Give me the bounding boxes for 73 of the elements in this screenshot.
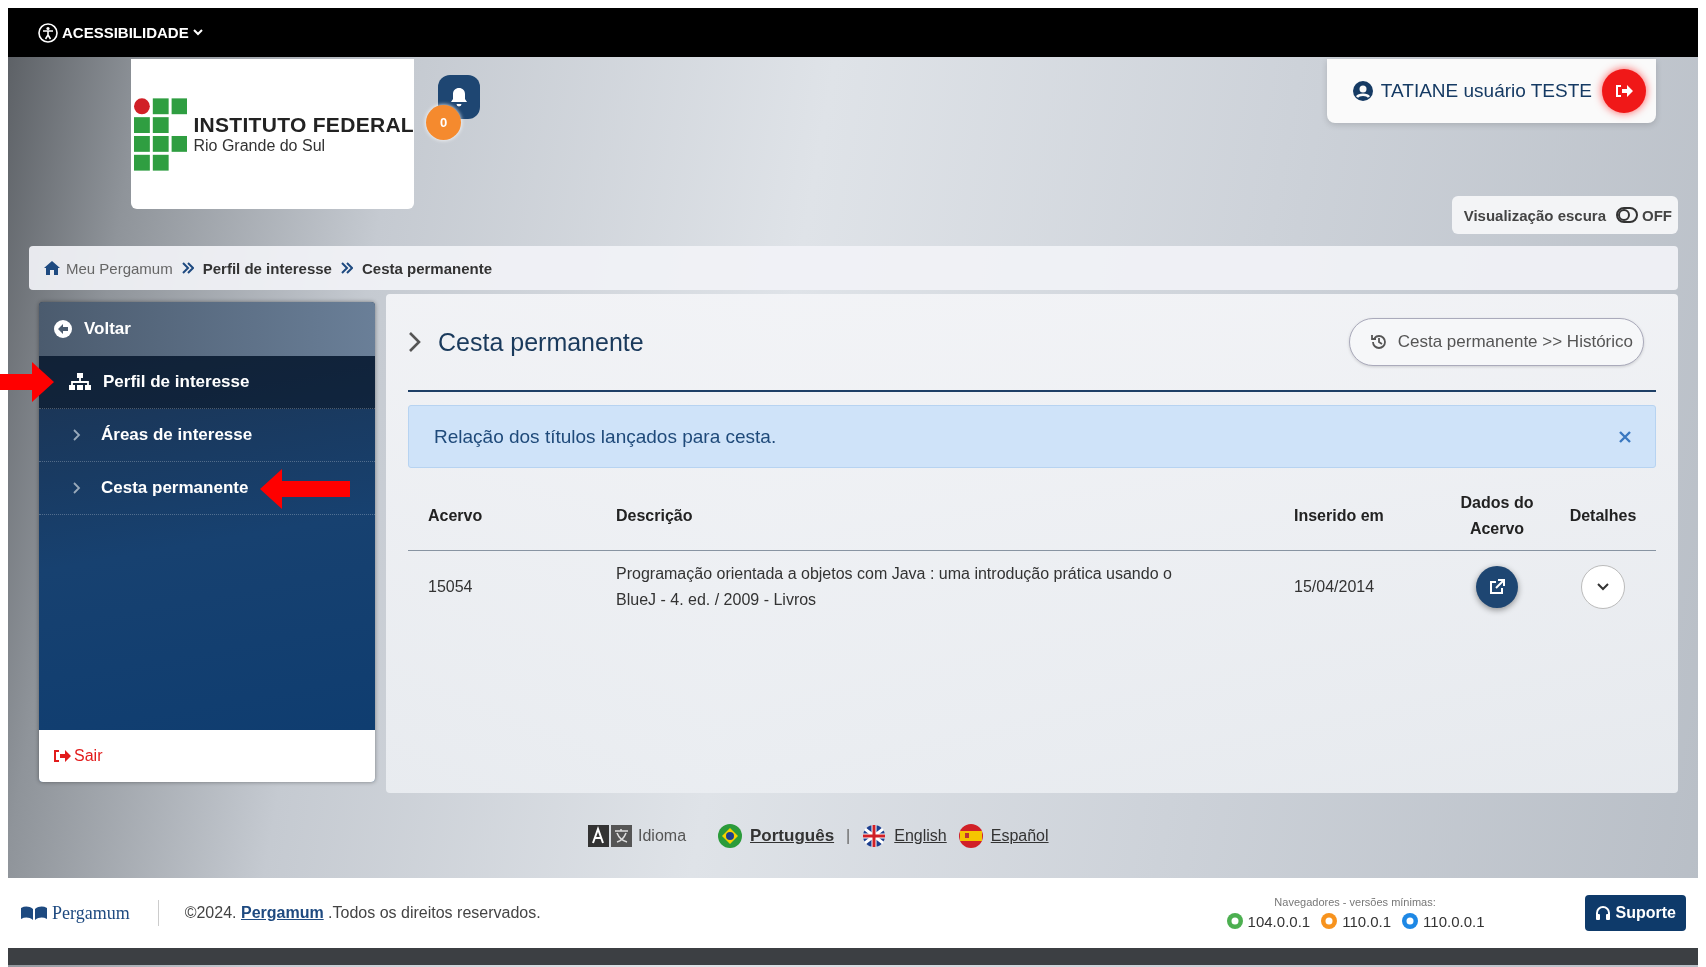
language-name: English <box>894 826 947 845</box>
brand-name: Pergamum <box>52 902 130 924</box>
sidebar-item-label: Cesta permanente <box>101 478 249 498</box>
user-icon <box>1352 81 1373 101</box>
page-title: Cesta permanente <box>438 327 645 357</box>
book-logo-icon <box>20 905 48 921</box>
language-name: Português <box>750 825 835 846</box>
flag-icon <box>862 823 887 848</box>
home-icon <box>43 260 61 276</box>
dark-mode-label: Visualização escura <box>1463 206 1606 224</box>
column-header: Descrição <box>596 482 1274 551</box>
language-label: Idioma <box>638 826 687 845</box>
breadcrumb-label: Meu Pergamum <box>66 259 173 277</box>
history-icon <box>1369 333 1388 351</box>
double-chevron-icon <box>340 262 353 274</box>
column-header: Inserido em <box>1274 482 1444 551</box>
logo-squares-icon <box>134 97 188 171</box>
accessibility-menu-button[interactable]: ACESSIBILIDADE <box>38 22 203 43</box>
chevron-right-icon <box>73 429 81 441</box>
dark-mode-state: OFF <box>1642 206 1672 224</box>
bell-icon <box>450 87 468 107</box>
notification-count-badge: 0 <box>426 105 461 140</box>
breadcrumb-home-link[interactable]: Meu Pergamum <box>43 259 173 277</box>
chevron-down-icon <box>192 28 203 37</box>
language-link[interactable]: Português <box>718 823 835 848</box>
dark-mode-toggle[interactable]: Visualização escura OFF <box>1451 196 1678 234</box>
sign-out-icon <box>1615 84 1633 98</box>
flag-icon <box>718 823 743 848</box>
copyright-text: ©2024. Pergamum .Todos os direitos reservados. <box>184 904 541 922</box>
alert-text: Relação dos títulos lançados para cesta. <box>434 425 778 448</box>
logout-link[interactable]: Sair <box>53 747 103 765</box>
translate-icon <box>588 824 632 847</box>
external-link-icon <box>1489 579 1505 595</box>
back-button[interactable]: Voltar <box>39 302 375 356</box>
breadcrumb-link[interactable]: Cesta permanente <box>361 259 492 277</box>
chevron-down-icon <box>1597 583 1609 591</box>
sidebar-item-label: Perfil de interesse <box>103 372 250 392</box>
open-record-button[interactable] <box>1476 566 1518 608</box>
browser-version: 110.0.1 <box>1342 912 1392 930</box>
column-header: Detalhes <box>1550 482 1656 551</box>
breadcrumb-link[interactable]: Perfil de interesse <box>202 259 332 277</box>
browser-version: 110.0.0.1 <box>1423 912 1485 930</box>
sidebar-item[interactable]: Perfil de interesse <box>39 356 375 409</box>
column-header: Dados do Acervo <box>1444 482 1550 551</box>
language-name: Español <box>990 826 1049 845</box>
sidebar-item-label: Áreas de interesse <box>101 425 253 445</box>
language-separator: | <box>846 826 851 845</box>
flag-icon <box>958 823 983 848</box>
sitemap-icon <box>69 373 91 391</box>
close-button[interactable] <box>1619 430 1631 443</box>
browsers-title: Navegadores - versões mínimas: <box>1274 896 1436 908</box>
chevron-right-icon <box>408 331 422 353</box>
logo-title: INSTITUTO FEDERAL <box>193 113 414 137</box>
table-cell: 15/04/2014 <box>1274 550 1444 623</box>
table-cell: Programação orientada a objetos com Java : uma introdução prática usando o BlueJ - 4. ed. / 2009 - Livros <box>596 550 1274 623</box>
accessibility-icon <box>38 22 58 43</box>
close-icon <box>1619 430 1631 443</box>
user-name: TATIANE usuário TESTE <box>1380 80 1592 102</box>
language-link[interactable]: Español <box>958 823 1049 848</box>
logo-subtitle: Rio Grande do Sul <box>193 137 327 155</box>
logout-button[interactable] <box>1602 69 1646 113</box>
pergamum-link[interactable]: Pergamum <box>240 904 324 921</box>
support-button[interactable]: Suporte <box>1584 895 1686 931</box>
double-chevron-icon <box>181 262 194 274</box>
sidebar-item[interactable]: Áreas de interesse <box>39 409 375 462</box>
headset-icon <box>1594 905 1611 921</box>
browser-version: 104.0.0.1 <box>1247 912 1311 930</box>
column-header: Acervo <box>408 482 596 551</box>
language-link[interactable]: English <box>862 823 947 848</box>
chevron-right-icon <box>73 482 81 494</box>
sign-out-icon <box>53 749 71 763</box>
history-button[interactable]: Cesta permanente >> Histórico <box>1348 318 1644 366</box>
table-cell: 15054 <box>408 550 596 623</box>
